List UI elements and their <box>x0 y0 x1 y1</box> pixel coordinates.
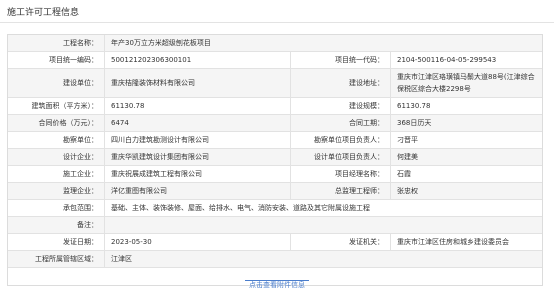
table-row: 工程所属管辖区域： 江津区 <box>8 251 542 268</box>
project-code-label: 项目统一编码： <box>49 56 98 64</box>
supervisor-firm-label: 监理企业： <box>63 187 98 195</box>
build-address-value: 重庆市江津区珞璜镇马鬃大道88号(江津综合保税区综合大楼2298号 <box>390 69 542 97</box>
builder-value: 重庆桔隆装饰材料有限公司 <box>104 69 290 97</box>
project-manager-value: 石霞 <box>390 166 542 182</box>
chief-supervisor-value: 张忠权 <box>390 183 542 199</box>
jurisdiction-value: 江津区 <box>104 251 542 267</box>
floor-area-value: 61130.78 <box>104 98 290 114</box>
table-row: 建筑面积（平方米）： 61130.78 建设规模： 61130.78 <box>8 98 542 115</box>
table-row: 施工企业： 重庆祝展成建筑工程有限公司 项目经理名称： 石霞 <box>8 166 542 183</box>
contract-price-value: 6474 <box>104 115 290 131</box>
table-row: 设计企业： 重庆华凯建筑设计集团有限公司 设计单位项目负责人： 何建美 <box>8 149 542 166</box>
build-address-label: 建设地址： <box>290 69 390 97</box>
project-name-label: 工程名称： <box>63 39 98 47</box>
jurisdiction-label: 工程所属管辖区域： <box>35 255 98 263</box>
project-info-table: 工程名称： 年产30万立方米超级刨花板项目 项目统一编码： 5001212023… <box>7 34 543 286</box>
table-row: 发证日期： 2023-05-30 发证机关： 重庆市江津区住房和城乡建设委员会 <box>8 234 542 251</box>
table-row: 监理企业： 洋亿重图有限公司 总监理工程师： 张忠权 <box>8 183 542 200</box>
supervisor-firm-value: 洋亿重图有限公司 <box>104 183 290 199</box>
table-row: 勘察单位： 四川白力建筑勘测设计有限公司 勘察单位项目负责人： 刁晋平 <box>8 132 542 149</box>
contractor-value: 重庆祝展成建筑工程有限公司 <box>104 166 290 182</box>
table-row: 备注： <box>8 217 542 234</box>
issuing-authority-value: 重庆市江津区住房和城乡建设委员会 <box>390 234 542 250</box>
contract-duration-label: 合同工期： <box>290 115 390 131</box>
project-manager-label: 项目经理名称： <box>290 166 390 182</box>
remarks-value <box>104 217 542 233</box>
floor-area-label: 建筑面积（平方米）： <box>31 102 99 110</box>
design-lead-label: 设计单位项目负责人： <box>290 149 390 165</box>
issuing-authority-label: 发证机关： <box>290 234 390 250</box>
table-row: 工程名称： 年产30万立方米超级刨花板项目 <box>8 35 542 52</box>
unified-code-value: 2104-500116-04-05-299543 <box>390 52 542 68</box>
design-firm-value: 重庆华凯建筑设计集团有限公司 <box>104 149 290 165</box>
build-scale-label: 建设规模： <box>290 98 390 114</box>
unified-code-label: 项目统一代码： <box>290 52 390 68</box>
contract-price-label: 合同价格（万元）： <box>38 119 99 127</box>
survey-lead-value: 刁晋平 <box>390 132 542 148</box>
chief-supervisor-label: 总监理工程师： <box>290 183 390 199</box>
project-name-value: 年产30万立方米超级刨花板项目 <box>104 35 542 51</box>
remarks-label: 备注： <box>77 221 98 229</box>
table-row: 承包范围： 基础、主体、装饰装修、屋面、给排水、电气、消防安装、道路及其它附属设… <box>8 200 542 217</box>
title-divider <box>0 22 554 23</box>
build-scale-value: 61130.78 <box>390 98 542 114</box>
design-firm-label: 设计企业： <box>63 153 98 161</box>
table-row: 建设单位： 重庆桔隆装饰材料有限公司 建设地址： 重庆市江津区珞璜镇马鬃大道88… <box>8 69 542 98</box>
survey-unit-value: 四川白力建筑勘测设计有限公司 <box>104 132 290 148</box>
issue-date-label: 发证日期： <box>63 238 98 246</box>
contract-scope-label: 承包范围： <box>63 204 98 212</box>
builder-label: 建设单位： <box>63 79 98 87</box>
dialog-title: 施工许可工程信息 <box>7 8 80 18</box>
contract-scope-value: 基础、主体、装饰装修、屋面、给排水、电气、消防安装、道路及其它附属设施工程 <box>104 200 542 216</box>
survey-unit-label: 勘察单位： <box>63 136 98 144</box>
table-row: 项目统一编码： 500121202306300101 项目统一代码： 2104-… <box>8 52 542 69</box>
view-attachments-link-container: 点击查看附件信息 <box>0 280 554 290</box>
issue-date-value: 2023-05-30 <box>104 234 290 250</box>
contractor-label: 施工企业： <box>63 170 98 178</box>
project-code-value: 500121202306300101 <box>104 52 290 68</box>
view-attachments-link[interactable]: 点击查看附件信息 <box>245 280 309 289</box>
contract-duration-value: 368日历天 <box>390 115 542 131</box>
table-row: 合同价格（万元）： 6474 合同工期： 368日历天 <box>8 115 542 132</box>
survey-lead-label: 勘察单位项目负责人： <box>290 132 390 148</box>
design-lead-value: 何建美 <box>390 149 542 165</box>
